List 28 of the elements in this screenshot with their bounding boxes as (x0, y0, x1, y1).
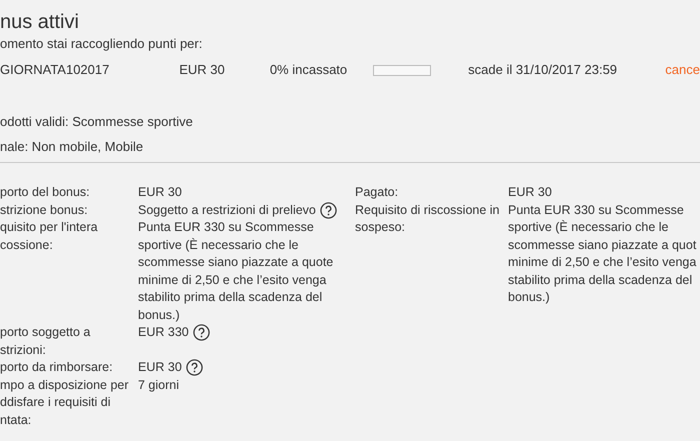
field-label: Requisito di riscossione in sospeso: (355, 202, 501, 236)
section-title: nus attivi (0, 10, 80, 34)
help-icon[interactable] (192, 324, 210, 341)
field-value: EUR 330 (138, 324, 189, 341)
field-label: mpo a disposizione per ddisfare i requisiti di ntata: (0, 376, 130, 428)
field-value: EUR 30 (138, 184, 182, 201)
field-value: Punta EUR 330 su Scommesse sportive (È necessario che le scommesse siano piazzate a quote minime di 2,50 e che l’esito venga stabilito prima della scadenza del bonus.) (138, 219, 334, 324)
field-value: EUR 30 (508, 184, 552, 201)
info-text: nale: Non mobile, Mobile (0, 138, 144, 156)
field-value: EUR 30 (138, 359, 182, 376)
field-label: quisito per l'intera cossione: (0, 219, 99, 254)
field-label: porto soggetto a strizioni: (0, 324, 92, 358)
help-icon[interactable] (320, 202, 337, 218)
field-label: porto da rimborsare: (0, 359, 114, 376)
field-value: Soggetto a restrizioni di prelievo (138, 202, 316, 219)
subtitle: omento stai raccogliendo punti per: (0, 35, 204, 53)
cancel-link[interactable]: cance (665, 61, 700, 79)
field-value: Punta EUR 330 su Scommesse sportive (È necessario che le scommesse siano piazzate a quot minime di 2,50 e che l’esito venga stabilito prima della scadenza del bonus.) (508, 202, 696, 306)
field-label: Pagato: (355, 184, 400, 201)
collected-percent: 0% incassato (270, 61, 348, 79)
bonus-amount: EUR 30 (179, 61, 226, 79)
expiry-date: scade il 31/10/2017 23:59 (468, 61, 618, 79)
field-value: 7 giorni (138, 376, 179, 394)
help-icon[interactable] (186, 359, 203, 376)
field-label: porto del bonus: (0, 184, 91, 201)
info-text: odotti validi: Scommesse sportive (0, 113, 194, 131)
bonus-code: GIORNATA102017 (0, 61, 110, 79)
field-label: strizione bonus: (0, 202, 89, 218)
